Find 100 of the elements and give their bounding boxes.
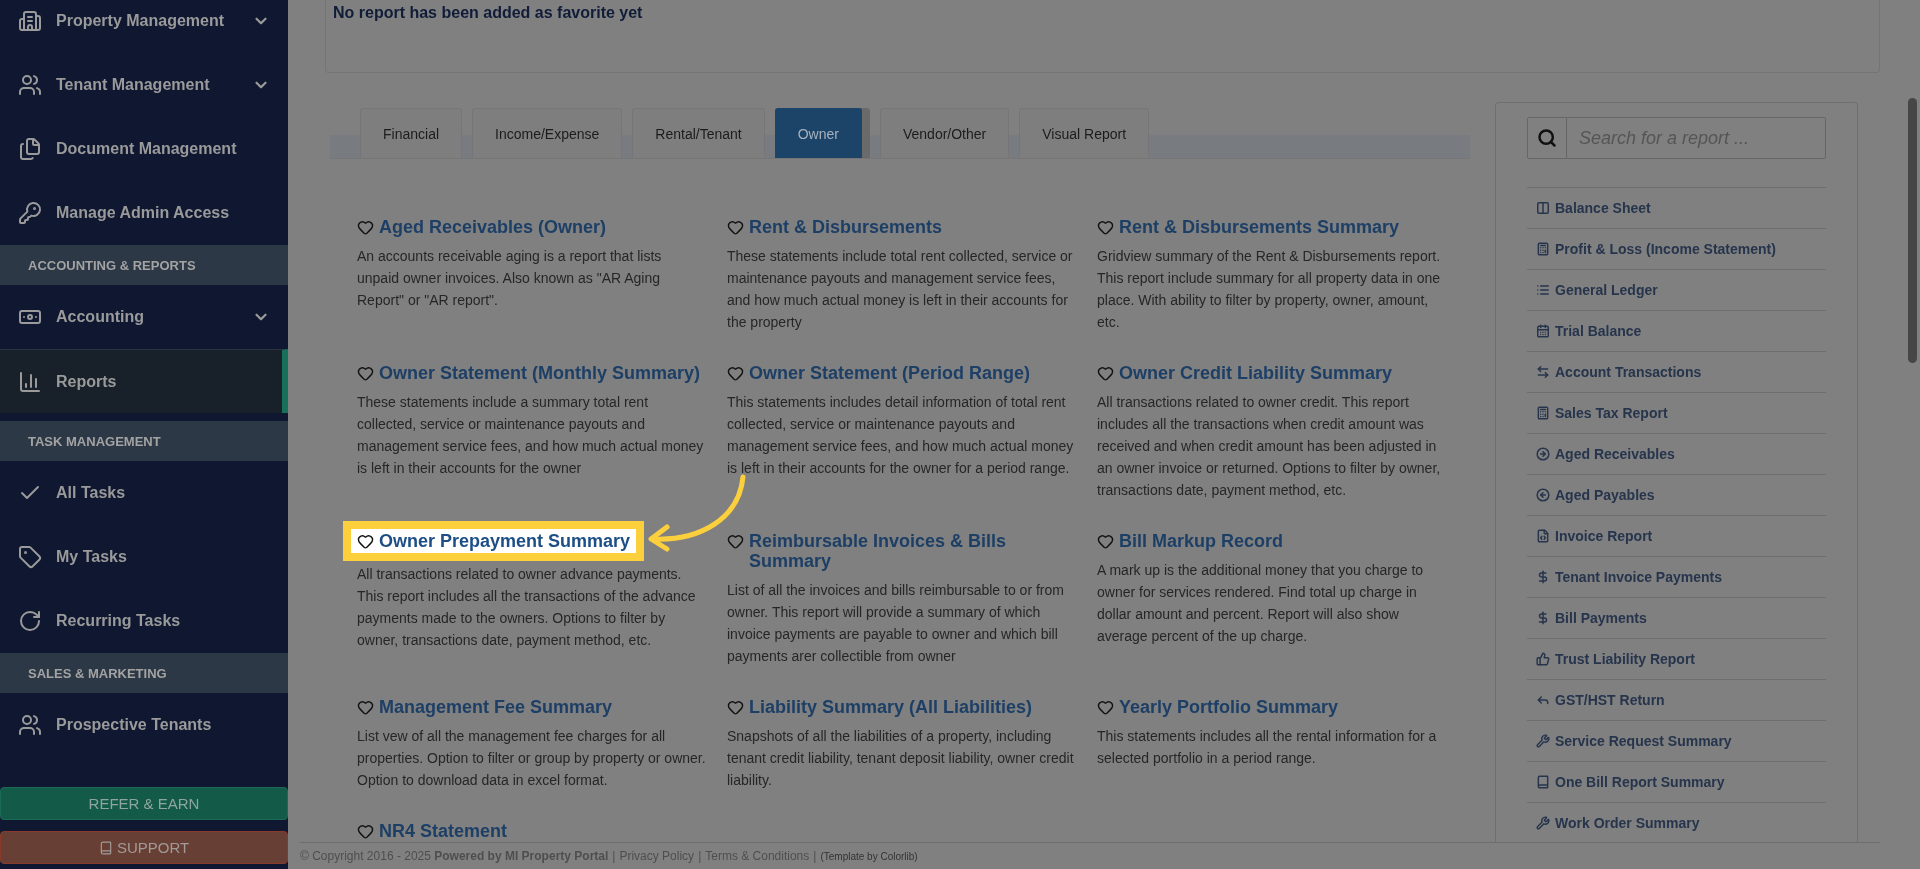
- report-description: An accounts receivable aging is a report that lists unpaid owner invoices. Also known as "AR Aging Report" or "AR report".: [357, 247, 663, 310]
- quick-report-link[interactable]: General Ledger: [1527, 269, 1826, 310]
- quick-report-link[interactable]: Balance Sheet: [1527, 187, 1826, 228]
- report-tab[interactable]: Vendor/Other: [879, 108, 1010, 158]
- report-link[interactable]: Rent & Disbursements Summary: [1119, 217, 1400, 237]
- report-link[interactable]: Owner Credit Liability Summary: [1119, 363, 1393, 383]
- report-link[interactable]: Reimbursable Invoices & Bills Summary: [749, 531, 1077, 571]
- report-link[interactable]: NR4 Statement: [379, 821, 508, 841]
- refer-button[interactable]: REFER & EARN: [0, 787, 288, 820]
- report-link[interactable]: Yearly Portfolio Summary: [1119, 697, 1339, 717]
- report-description: List vew of all the management fee charges for all properties. Option to filter or group by property or owner. Option to download data in excel format.: [357, 727, 707, 790]
- tag-icon: [18, 545, 42, 569]
- sidebar-section-header: SALES & MARKETING: [0, 653, 288, 693]
- report-description: Snapshots of all the liabilities of a property, including tenant credit liability, tenant deposit liability, owner credit liability.: [727, 727, 1075, 790]
- calculator-icon: [1536, 242, 1550, 256]
- circle-arrow-right-icon: [1536, 447, 1550, 461]
- calculator-icon: [1536, 406, 1550, 420]
- quick-report-link[interactable]: Tenant Invoice Payments: [1527, 556, 1826, 597]
- report-description: Gridview summary of the Rent & Disbursements report. This report include summary for all property data in one place. With ability to filter by property, owner, amount, etc.: [1097, 247, 1442, 332]
- quick-report-link[interactable]: One Bill Report Summary: [1527, 761, 1826, 802]
- report-description: A mark up is the additional money that you charge to owner for services rendered. Find total up charge in dollar amount and percent. Report will also show average percent of the up charge.: [1097, 561, 1425, 646]
- quick-report-link[interactable]: Invoice Report: [1527, 515, 1826, 556]
- report-tab[interactable]: Visual Report: [1019, 108, 1150, 158]
- separator: |: [813, 849, 817, 863]
- sidebar-item[interactable]: Reports: [0, 349, 288, 413]
- quick-report-link[interactable]: Service Request Summary: [1527, 720, 1826, 761]
- search-icon: [1537, 128, 1557, 148]
- building-icon: [18, 9, 42, 33]
- sidebar-item[interactable]: My Tasks: [0, 525, 288, 589]
- report-link[interactable]: Owner Statement (Monthly Summary): [379, 363, 701, 383]
- list-icon: [1536, 283, 1550, 297]
- separator: |: [698, 849, 702, 863]
- arrows-icon: [1536, 365, 1550, 379]
- quick-report-link[interactable]: Sales Tax Report: [1527, 392, 1826, 433]
- wrench-icon: [1536, 734, 1550, 748]
- favorites-message: No report has been added as favorite yet: [333, 4, 643, 21]
- sidebar-item[interactable]: Recurring Tasks: [0, 589, 288, 653]
- report-description: List of all the invoices and bills reimbursable to or from owner. This report will provide a summary of which invoice payments are payable to owner and which bill payments arer collectible from owner: [727, 581, 1065, 666]
- report-description: All transactions related to owner credit. This report includes all the transactions when credit amount was received and when credit amount has been adjusted in an owner invoice or returned. Options to filter by owner, transactions date, payment method, etc.: [1097, 393, 1442, 500]
- sidebar-item-label: All Tasks: [56, 484, 127, 502]
- wrench-icon: [1536, 816, 1550, 830]
- users-icon: [18, 713, 42, 737]
- separator: |: [612, 849, 616, 863]
- quick-report-link[interactable]: GST/HST Return: [1527, 679, 1826, 720]
- sidebar-item-label: Document Management: [56, 140, 238, 158]
- quick-report-link[interactable]: Profit & Loss (Income Statement): [1527, 228, 1826, 269]
- sidebar-item[interactable]: Property Management: [0, 0, 288, 53]
- calendar-icon: [1536, 324, 1550, 338]
- dollar-icon: [1536, 570, 1550, 584]
- report-link[interactable]: Management Fee Summary: [379, 697, 613, 717]
- sidebar-item-label: My Tasks: [56, 548, 128, 566]
- sidebar-item-label: Recurring Tasks: [56, 612, 182, 630]
- sidebar-item-label: Tenant Management: [56, 76, 211, 94]
- users-icon: [18, 73, 42, 97]
- template-credit: (Template by Colorlib): [820, 850, 918, 862]
- report-tab[interactable]: Rental/Tenant: [632, 108, 765, 158]
- report-link[interactable]: Owner Prepayment Summary: [379, 531, 631, 551]
- sidebar-item[interactable]: All Tasks: [0, 461, 288, 525]
- heart-icon[interactable]: [357, 533, 374, 550]
- quick-report-link[interactable]: Trial Balance: [1527, 310, 1826, 351]
- dollar-icon: [1536, 611, 1550, 625]
- columns-icon: [1536, 201, 1550, 215]
- sidebar-item-label: Manage Admin Access: [56, 204, 231, 222]
- report-description: All transactions related to owner advance payments. This report includes all the transactions of the advance payments made to the owners. Options to filter by owner, transactions date, payment method, etc.: [357, 565, 697, 650]
- report-link[interactable]: Bill Markup Record: [1119, 531, 1284, 551]
- sidebar-item[interactable]: Accounting: [0, 285, 288, 349]
- support-button[interactable]: SUPPORT: [0, 831, 288, 864]
- quick-report-link[interactable]: Account Transactions: [1527, 351, 1826, 392]
- quick-report-link[interactable]: Aged Receivables: [1527, 433, 1826, 474]
- report-tab[interactable]: Income/Expense: [472, 108, 623, 158]
- report-description: These statements include total rent collected, service or maintenance payouts and management service fees, and how much actual money is left in their accounts for the property: [727, 247, 1074, 332]
- sidebar-item-label: Accounting: [56, 308, 145, 326]
- key-icon: [18, 201, 42, 225]
- sidebar-section-header: TASK MANAGEMENT: [0, 421, 288, 461]
- sidebar-item[interactable]: Document Management: [0, 117, 288, 181]
- sidebar-item[interactable]: Prospective Tenants: [0, 693, 288, 757]
- quick-report-link[interactable]: Aged Payables: [1527, 474, 1826, 515]
- report-link[interactable]: Rent & Disbursements: [749, 217, 943, 237]
- files-icon: [18, 137, 42, 161]
- sidebar-item-label: Reports: [56, 372, 118, 391]
- report-link[interactable]: Owner Statement (Period Range): [749, 363, 1031, 383]
- file-code-icon: [1536, 529, 1550, 543]
- reply-icon: [1536, 693, 1550, 707]
- sidebar-item-label: Property Management: [56, 12, 226, 30]
- search-button[interactable]: [1527, 117, 1567, 159]
- book-icon: [1536, 775, 1550, 789]
- report-tab[interactable]: Financial: [360, 108, 463, 158]
- bar-chart-icon: [18, 369, 42, 394]
- report-link[interactable]: Aged Receivables (Owner): [379, 217, 607, 237]
- book-icon: [98, 840, 113, 855]
- sidebar-item[interactable]: Manage Admin Access: [0, 181, 288, 245]
- quick-report-link[interactable]: Bill Payments: [1527, 597, 1826, 638]
- report-description: These statements include a summary total rent collected, service or maintenance payouts and management service fees, and how much actual money is left in their accounts for the owner: [357, 393, 705, 478]
- report-link[interactable]: Liability Summary (All Liabilities): [749, 697, 1033, 717]
- report-description: This statements includes all the rental information for a selected portfolio in a period range.: [1097, 727, 1438, 768]
- sidebar-item[interactable]: Tenant Management: [0, 53, 288, 117]
- quick-report-link[interactable]: Trust Liability Report: [1527, 638, 1826, 679]
- sidebar-section-header: ACCOUNTING & REPORTS: [0, 245, 288, 285]
- report-description: This statements includes detail information of total rent collected, service or maintenance payouts and management service fees, and how much actual money is left in their accounts for the owner for a period range.: [727, 393, 1075, 478]
- sidebar-item-label: Prospective Tenants: [56, 716, 213, 734]
